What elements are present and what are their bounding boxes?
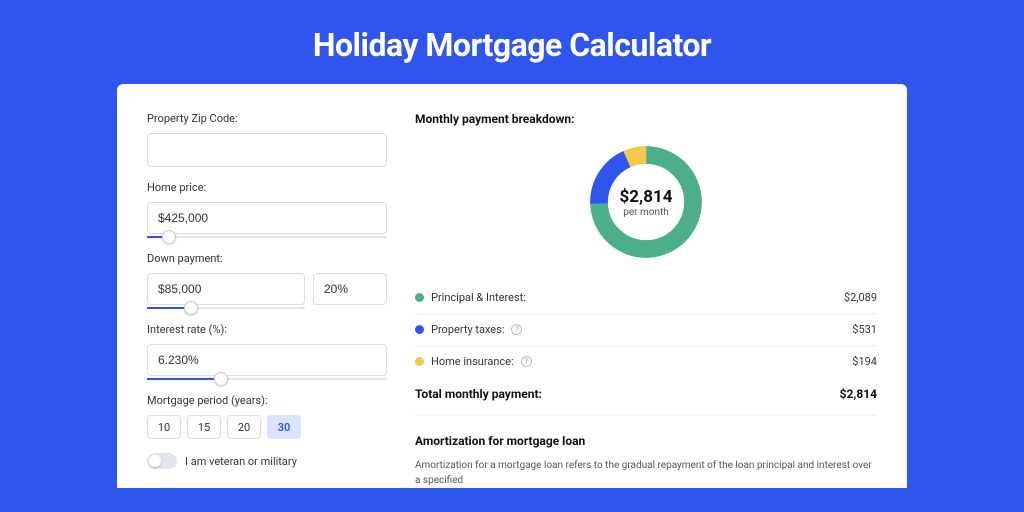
zip-label: Property Zip Code: [147,112,387,125]
breakdown-title: Monthly payment breakdown: [415,112,877,126]
veteran-label: I am veteran or military [185,455,297,468]
donut-chart: $2,814 per month [584,140,708,264]
info-icon[interactable]: ? [521,356,532,367]
legend-left: Property taxes:? [415,323,522,336]
calculator-card: Property Zip Code: Home price: Down paym… [117,84,907,488]
period-group: Mortgage period (years): 10152030 [147,394,387,439]
down-payment-input[interactable] [147,273,305,305]
legend-amount: $2,089 [844,291,877,304]
donut-value: $2,814 [620,187,673,207]
legend-dot-icon [415,293,424,302]
interest-label: Interest rate (%): [147,323,387,336]
period-option-20[interactable]: 20 [227,415,261,439]
amortization-title: Amortization for mortgage loan [415,434,877,448]
info-icon[interactable]: ? [511,324,522,335]
interest-input[interactable] [147,344,387,376]
legend-left: Principal & Interest: [415,291,526,304]
period-option-30[interactable]: 30 [267,415,301,439]
slider-thumb[interactable] [184,301,198,315]
slider-thumb[interactable] [162,230,176,244]
breakdown-column: Monthly payment breakdown: $2,814 per mo… [415,112,877,488]
down-payment-pct-input[interactable] [313,273,387,305]
legend-dot-icon [415,325,424,334]
form-column: Property Zip Code: Home price: Down paym… [147,112,387,488]
interest-slider[interactable] [147,378,387,380]
donut-chart-wrap: $2,814 per month [415,140,877,264]
total-label: Total monthly payment: [415,387,542,401]
veteran-row: I am veteran or military [147,453,387,469]
legend-row: Home insurance:? $194 [415,346,877,377]
home-price-input[interactable] [147,202,387,234]
legend-amount: $531 [852,323,877,336]
legend-amount: $194 [852,355,877,368]
toggle-knob [149,455,161,467]
legend-row: Principal & Interest: $2,089 [415,282,877,314]
zip-input[interactable] [147,133,387,167]
home-price-label: Home price: [147,181,387,194]
zip-group: Property Zip Code: [147,112,387,167]
page-title: Holiday Mortgage Calculator [0,0,1024,84]
period-option-15[interactable]: 15 [187,415,221,439]
total-row: Total monthly payment: $2,814 [415,377,877,416]
legend-label: Principal & Interest: [431,291,526,304]
legend-row: Property taxes:? $531 [415,314,877,346]
down-payment-group: Down payment: [147,252,387,309]
donut-center: $2,814 per month [584,140,708,264]
down-payment-label: Down payment: [147,252,387,265]
down-payment-slider[interactable] [147,307,305,309]
period-label: Mortgage period (years): [147,394,387,407]
legend-list: Principal & Interest: $2,089 Property taxe… [415,282,877,377]
veteran-toggle[interactable] [147,453,177,469]
donut-sub: per month [623,207,669,218]
legend-label: Home insurance: [431,355,514,368]
legend-label: Property taxes: [431,323,504,336]
interest-group: Interest rate (%): [147,323,387,380]
legend-dot-icon [415,357,424,366]
amortization-text: Amortization for a mortgage loan refers … [415,458,877,488]
total-value: $2,814 [840,387,877,401]
legend-left: Home insurance:? [415,355,532,368]
period-option-10[interactable]: 10 [147,415,181,439]
period-options: 10152030 [147,415,387,439]
home-price-group: Home price: [147,181,387,238]
home-price-slider[interactable] [147,236,387,238]
slider-thumb[interactable] [214,372,228,386]
